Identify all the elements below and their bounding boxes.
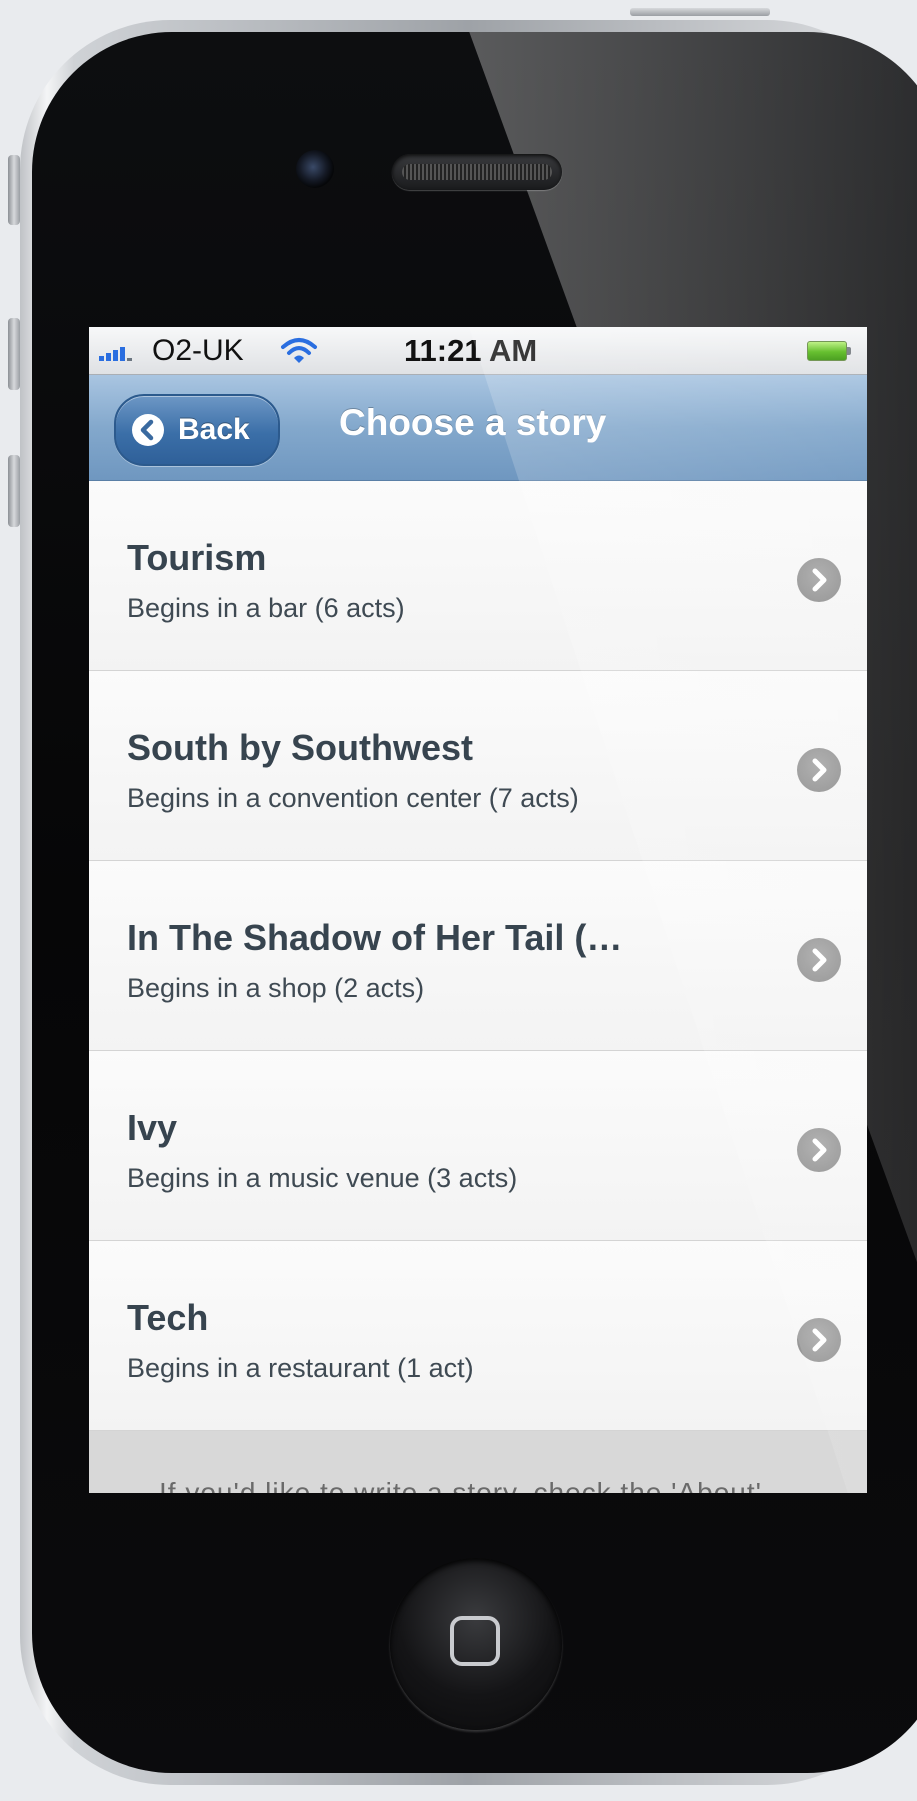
back-button[interactable]: Back xyxy=(114,394,280,466)
disclosure-arrow-icon[interactable] xyxy=(797,1318,841,1362)
phone-screen: O2-UK 11:21 AM Back Choose a story Touri… xyxy=(89,327,867,1493)
mute-switch xyxy=(8,155,20,225)
footer-note-area: If you'd like to write a story, check th… xyxy=(89,1431,867,1493)
story-item-in-the-shadow-of-her-tail[interactable]: In The Shadow of Her Tail (… Begins in a… xyxy=(89,861,867,1051)
volume-up-button xyxy=(8,318,20,390)
disclosure-arrow-icon[interactable] xyxy=(797,748,841,792)
volume-down-button xyxy=(8,455,20,527)
carrier-name: O2-UK xyxy=(152,334,244,367)
story-title: In The Shadow of Her Tail (… xyxy=(127,917,623,958)
back-button-label: Back xyxy=(178,413,250,446)
story-title: South by Southwest xyxy=(127,727,473,768)
wifi-icon xyxy=(279,335,319,365)
story-list: Tourism Begins in a bar (6 acts) South b… xyxy=(89,481,867,1431)
signal-bars-icon xyxy=(99,347,143,361)
story-title: Tourism xyxy=(127,537,267,578)
disclosure-arrow-icon[interactable] xyxy=(797,558,841,602)
story-subtitle: Begins in a music venue (3 acts) xyxy=(127,1163,518,1193)
story-subtitle: Begins in a convention center (7 acts) xyxy=(127,783,579,813)
navigation-bar: Back Choose a story xyxy=(89,375,867,481)
battery-icon xyxy=(807,341,851,361)
earpiece-speaker xyxy=(392,154,562,190)
status-bar: O2-UK 11:21 AM xyxy=(89,327,867,375)
status-time: 11:21 AM xyxy=(404,333,538,368)
story-title: Tech xyxy=(127,1297,209,1338)
home-square-icon xyxy=(450,1616,500,1666)
story-title: Ivy xyxy=(127,1107,178,1148)
story-subtitle: Begins in a restaurant (1 act) xyxy=(127,1353,474,1383)
page-title: Choose a story xyxy=(339,402,607,443)
front-camera xyxy=(296,150,334,188)
footer-note: If you'd like to write a story, check th… xyxy=(159,1477,762,1493)
story-item-tourism[interactable]: Tourism Begins in a bar (6 acts) xyxy=(89,481,867,671)
disclosure-arrow-icon[interactable] xyxy=(797,938,841,982)
story-item-tech[interactable]: Tech Begins in a restaurant (1 act) xyxy=(89,1241,867,1431)
home-button[interactable] xyxy=(390,1558,562,1730)
story-item-south-by-southwest[interactable]: South by Southwest Begins in a conventio… xyxy=(89,671,867,861)
story-subtitle: Begins in a bar (6 acts) xyxy=(127,593,405,623)
story-subtitle: Begins in a shop (2 acts) xyxy=(127,973,425,1003)
story-item-ivy[interactable]: Ivy Begins in a music venue (3 acts) xyxy=(89,1051,867,1241)
power-button xyxy=(630,8,770,16)
disclosure-arrow-icon[interactable] xyxy=(797,1128,841,1172)
back-chevron-icon xyxy=(132,414,164,446)
